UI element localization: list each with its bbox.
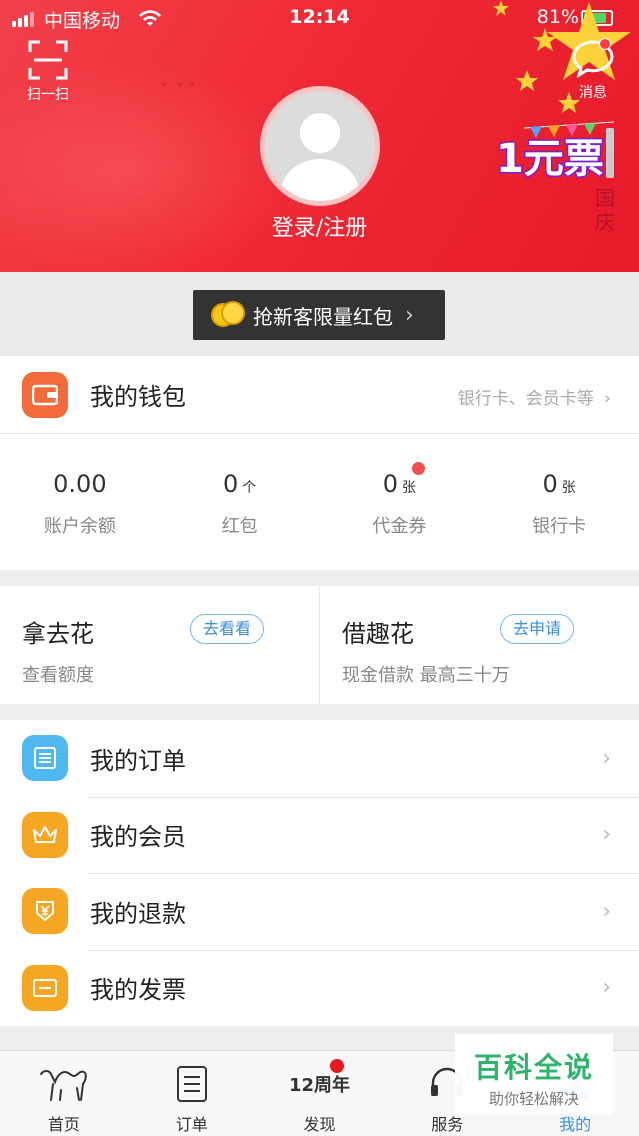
- stat-label: 银行卡: [532, 516, 587, 537]
- scan-button[interactable]: 扫一扫: [20, 40, 76, 104]
- order-list-icon: [22, 735, 68, 782]
- credit-name: 拿去花: [22, 620, 94, 648]
- tab-label: 我的: [559, 1115, 592, 1134]
- stat-value: 0: [382, 470, 399, 498]
- wallet-stats: 0.00 账户余额 0个 红包 0张 代金券 0张 银行卡: [0, 434, 639, 570]
- wallet-hint-text: 银行卡、会员卡等: [457, 389, 594, 409]
- watermark-overlay: 百科全说 助你轻松解决: [455, 1034, 613, 1114]
- credit-desc: 查看额度: [22, 665, 94, 686]
- chevron-right-icon: ›: [603, 388, 611, 409]
- new-customer-red-packet-button[interactable]: 抢新客限量红包 ›: [193, 290, 445, 340]
- chevron-right-icon: ›: [602, 745, 611, 771]
- stat-label: 代金券: [372, 516, 427, 537]
- go-see-button[interactable]: 去看看: [190, 614, 265, 644]
- stat-red-packet[interactable]: 0个 红包: [160, 434, 320, 570]
- discover-badge-dot: [329, 1059, 344, 1073]
- message-label: 消息: [579, 85, 607, 101]
- tab-orders[interactable]: 订单: [128, 1051, 256, 1136]
- birds-decoration: ⌄ ⌄⌄: [158, 74, 198, 90]
- stat-label: 红包: [221, 516, 258, 537]
- stat-unit: 张: [561, 480, 576, 496]
- credit-products: 拿去花 查看额度 去看看 借趣花 现金借款 最高三十万 去申请: [0, 586, 639, 704]
- invoice-icon: [22, 964, 68, 1011]
- menu-item-label: 我的会员: [90, 823, 186, 852]
- profile-header: ⌄ ⌄⌄ 中国移动 12:14 81% 扫一扫 消息 登录/注册 1元票 国庆: [0, 0, 639, 272]
- stat-bank-card[interactable]: 0张 银行卡: [479, 434, 639, 570]
- national-day-decor: 国庆: [595, 186, 615, 234]
- chevron-right-icon: ›: [602, 898, 611, 924]
- wallet-header[interactable]: 我的钱包 银行卡、会员卡等 ›: [0, 356, 639, 434]
- watermark-subtitle: 助你轻松解决: [488, 1090, 579, 1108]
- coin-icon: [211, 301, 245, 329]
- avatar[interactable]: [260, 86, 380, 206]
- tab-label: 服务: [431, 1115, 464, 1134]
- order-icon: [128, 1063, 256, 1105]
- message-button[interactable]: 消息: [565, 38, 621, 102]
- chevron-right-icon: ›: [405, 302, 414, 328]
- menu-item-label: 我的退款: [90, 899, 186, 928]
- wallet-icon: [22, 371, 68, 418]
- scan-label: 扫一扫: [27, 87, 69, 103]
- default-avatar-icon: [279, 113, 361, 201]
- stat-voucher[interactable]: 0张 代金券: [320, 434, 480, 570]
- anniversary-icon: 12周年: [256, 1063, 384, 1105]
- menu-item-invoices[interactable]: 我的发票 ›: [0, 949, 639, 1027]
- refund-icon: [22, 888, 68, 935]
- apply-button[interactable]: 去申请: [500, 614, 575, 644]
- menu-item-orders[interactable]: 我的订单 ›: [0, 720, 639, 797]
- credit-desc: 现金借款 最高三十万: [342, 665, 510, 686]
- stat-unit: 张: [402, 480, 417, 496]
- message-badge-dot: [599, 38, 611, 50]
- wallet-hint[interactable]: 银行卡、会员卡等 ›: [458, 384, 611, 409]
- menu-item-membership[interactable]: 我的会员 ›: [0, 796, 639, 874]
- tab-home[interactable]: 首页: [0, 1051, 128, 1136]
- chevron-right-icon: ›: [602, 822, 611, 848]
- new-customer-label: 抢新客限量红包: [253, 304, 393, 329]
- credit-naquhua[interactable]: 拿去花 查看额度 去看看: [0, 586, 319, 704]
- stat-value: 0: [542, 470, 558, 498]
- menu-list: 我的订单 › 我的会员 › 我的退款 › 我的发票 ›: [0, 720, 639, 1026]
- tab-label: 首页: [47, 1115, 80, 1134]
- anniversary-text: 12周年: [288, 1075, 351, 1096]
- login-register-link[interactable]: 登录/注册: [0, 210, 639, 242]
- one-yuan-ticket-promo[interactable]: 1元票: [496, 118, 621, 184]
- stat-unit: 个: [242, 480, 257, 496]
- credit-name: 借趣花: [342, 620, 414, 648]
- promo-badge-text: 1元票: [496, 136, 604, 182]
- menu-item-label: 我的发票: [90, 976, 186, 1005]
- scan-icon: [28, 40, 68, 80]
- stat-balance[interactable]: 0.00 账户余额: [0, 434, 160, 570]
- menu-item-label: 我的订单: [90, 746, 186, 775]
- credit-jiequhua[interactable]: 借趣花 现金借款 最高三十万 去申请: [319, 586, 639, 704]
- tab-label: 订单: [175, 1115, 208, 1134]
- voucher-badge-dot: [412, 462, 425, 475]
- camel-icon: [0, 1063, 128, 1105]
- stat-value: 0: [222, 470, 239, 498]
- chevron-right-icon: ›: [602, 975, 611, 1001]
- tab-label: 发现: [303, 1115, 336, 1134]
- menu-item-refunds[interactable]: 我的退款 ›: [0, 873, 639, 950]
- watermark-title: 百科全说: [473, 1051, 594, 1084]
- wallet-title: 我的钱包: [90, 383, 186, 411]
- wallet-card: 我的钱包 银行卡、会员卡等 › 0.00 账户余额 0个 红包 0张 代金券 0张…: [0, 356, 639, 570]
- stat-label: 账户余额: [43, 516, 116, 537]
- promo-strip: 抢新客限量红包 ›: [0, 272, 639, 356]
- crown-icon: [22, 811, 68, 858]
- tab-discover[interactable]: 12周年 发现: [256, 1051, 384, 1136]
- stat-value: 0.00: [53, 470, 107, 498]
